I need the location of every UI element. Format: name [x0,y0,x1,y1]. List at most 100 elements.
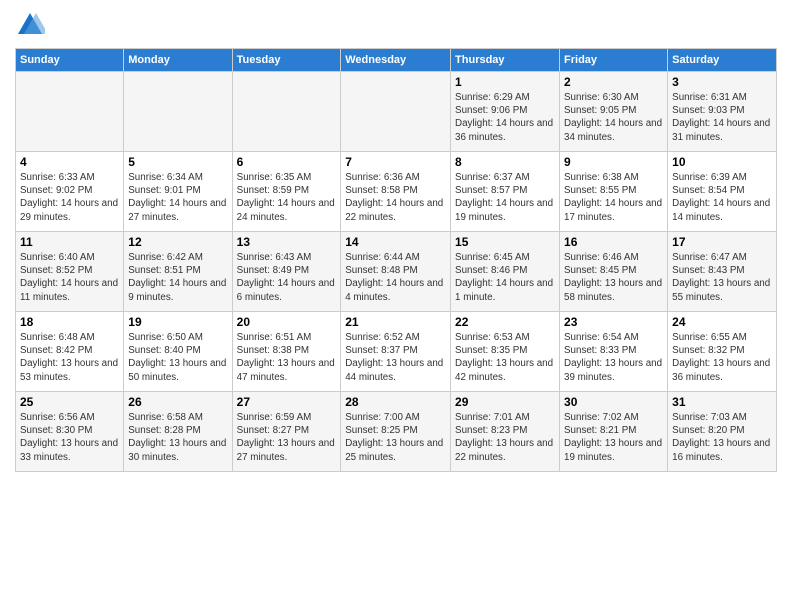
calendar-cell: 1 Sunrise: 6:29 AMSunset: 9:06 PMDaylight… [451,72,560,152]
logo-icon [15,10,45,40]
calendar-cell: 6 Sunrise: 6:35 AMSunset: 8:59 PMDaylight… [232,152,341,232]
day-number: 6 [237,155,337,169]
day-number: 18 [20,315,119,329]
calendar-cell [124,72,232,152]
day-number: 14 [345,235,446,249]
day-number: 9 [564,155,663,169]
calendar-cell: 23Sunrise: 6:54 AMSunset: 8:33 PMDayligh… [560,312,668,392]
col-header-friday: Friday [560,49,668,72]
day-info: Sunrise: 6:33 AMSunset: 9:02 PMDaylight:… [20,172,118,223]
day-number: 2 [564,75,663,89]
calendar-cell: 14 Sunrise: 6:44 AMSunset: 8:48 PMDayligh… [341,232,451,312]
day-number: 8 [455,155,555,169]
day-info: Sunrise: 6:44 AMSunset: 8:48 PMDaylight:… [345,252,443,303]
day-number: 24 [672,315,772,329]
day-info: Sunrise: 6:45 AMSunset: 8:46 PMDaylight:… [455,252,553,303]
day-number: 26 [128,395,227,409]
week-row-4: 18 Sunrise: 6:48 AMSunset: 8:42 PMDayligh… [16,312,777,392]
calendar-cell: 11Sunrise: 6:40 AMSunset: 8:52 PMDayligh… [16,232,124,312]
calendar-cell: 7 Sunrise: 6:36 AMSunset: 8:58 PMDaylight… [341,152,451,232]
calendar-cell: 25Sunrise: 6:56 AMSunset: 8:30 PMDayligh… [16,392,124,472]
day-number: 1 [455,75,555,89]
header-row: SundayMondayTuesdayWednesdayThursdayFrid… [16,49,777,72]
day-info: Sunrise: 6:47 AMSunset: 8:43 PMDaylight:… [672,252,770,303]
calendar-cell: 13 Sunrise: 6:43 AMSunset: 8:49 PMDayligh… [232,232,341,312]
calendar-cell: 4 Sunrise: 6:33 AMSunset: 9:02 PMDaylight… [16,152,124,232]
day-info: Sunrise: 7:02 AMSunset: 8:21 PMDaylight:… [564,412,662,463]
day-number: 3 [672,75,772,89]
calendar-cell: 15 Sunrise: 6:45 AMSunset: 8:46 PMDayligh… [451,232,560,312]
col-header-monday: Monday [124,49,232,72]
day-info: Sunrise: 6:50 AMSunset: 8:40 PMDaylight:… [128,332,226,383]
day-info: Sunrise: 6:39 AMSunset: 8:54 PMDaylight:… [672,172,770,223]
day-info: Sunrise: 7:01 AMSunset: 8:23 PMDaylight:… [455,412,553,463]
day-info: Sunrise: 6:42 AMSunset: 8:51 PMDaylight:… [128,252,226,303]
calendar-cell: 16Sunrise: 6:46 AMSunset: 8:45 PMDayligh… [560,232,668,312]
calendar-cell: 5 Sunrise: 6:34 AMSunset: 9:01 PMDaylight… [124,152,232,232]
day-number: 28 [345,395,446,409]
day-info: Sunrise: 6:59 AMSunset: 8:27 PMDaylight:… [237,412,335,463]
day-number: 29 [455,395,555,409]
calendar-cell: 27 Sunrise: 6:59 AMSunset: 8:27 PMDayligh… [232,392,341,472]
day-info: Sunrise: 6:37 AMSunset: 8:57 PMDaylight:… [455,172,553,223]
day-number: 25 [20,395,119,409]
header [15,10,777,40]
col-header-wednesday: Wednesday [341,49,451,72]
day-number: 22 [455,315,555,329]
day-info: Sunrise: 6:38 AMSunset: 8:55 PMDaylight:… [564,172,662,223]
day-info: Sunrise: 6:51 AMSunset: 8:38 PMDaylight:… [237,332,335,383]
col-header-saturday: Saturday [668,49,777,72]
day-number: 30 [564,395,663,409]
calendar-cell: 9 Sunrise: 6:38 AMSunset: 8:55 PMDaylight… [560,152,668,232]
day-info: Sunrise: 6:48 AMSunset: 8:42 PMDaylight:… [20,332,118,383]
calendar-cell: 2 Sunrise: 6:30 AMSunset: 9:05 PMDaylight… [560,72,668,152]
day-number: 23 [564,315,663,329]
week-row-5: 25Sunrise: 6:56 AMSunset: 8:30 PMDayligh… [16,392,777,472]
page-container: SundayMondayTuesdayWednesdayThursdayFrid… [0,0,792,482]
day-number: 5 [128,155,227,169]
calendar-cell: 20 Sunrise: 6:51 AMSunset: 8:38 PMDayligh… [232,312,341,392]
day-info: Sunrise: 6:53 AMSunset: 8:35 PMDaylight:… [455,332,553,383]
calendar-cell: 24 Sunrise: 6:55 AMSunset: 8:32 PMDayligh… [668,312,777,392]
day-info: Sunrise: 6:52 AMSunset: 8:37 PMDaylight:… [345,332,443,383]
calendar-cell: 12 Sunrise: 6:42 AMSunset: 8:51 PMDayligh… [124,232,232,312]
day-info: Sunrise: 6:43 AMSunset: 8:49 PMDaylight:… [237,252,335,303]
week-row-1: 1 Sunrise: 6:29 AMSunset: 9:06 PMDaylight… [16,72,777,152]
day-number: 15 [455,235,555,249]
day-number: 19 [128,315,227,329]
day-number: 4 [20,155,119,169]
day-number: 12 [128,235,227,249]
day-number: 31 [672,395,772,409]
col-header-thursday: Thursday [451,49,560,72]
day-number: 21 [345,315,446,329]
week-row-3: 11Sunrise: 6:40 AMSunset: 8:52 PMDayligh… [16,232,777,312]
day-number: 17 [672,235,772,249]
day-number: 7 [345,155,446,169]
logo [15,10,49,40]
calendar-cell: 21 Sunrise: 6:52 AMSunset: 8:37 PMDayligh… [341,312,451,392]
day-info: Sunrise: 6:55 AMSunset: 8:32 PMDaylight:… [672,332,770,383]
calendar-cell [341,72,451,152]
day-info: Sunrise: 6:40 AMSunset: 8:52 PMDaylight:… [20,252,118,303]
calendar-cell: 8 Sunrise: 6:37 AMSunset: 8:57 PMDaylight… [451,152,560,232]
day-info: Sunrise: 6:35 AMSunset: 8:59 PMDaylight:… [237,172,335,223]
day-info: Sunrise: 6:30 AMSunset: 9:05 PMDaylight:… [564,92,662,143]
calendar-cell [16,72,124,152]
calendar-cell: 31Sunrise: 7:03 AMSunset: 8:20 PMDayligh… [668,392,777,472]
calendar-cell: 29 Sunrise: 7:01 AMSunset: 8:23 PMDayligh… [451,392,560,472]
day-number: 10 [672,155,772,169]
calendar-cell: 26 Sunrise: 6:58 AMSunset: 8:28 PMDayligh… [124,392,232,472]
day-info: Sunrise: 6:36 AMSunset: 8:58 PMDaylight:… [345,172,443,223]
day-number: 13 [237,235,337,249]
day-info: Sunrise: 6:29 AMSunset: 9:06 PMDaylight:… [455,92,553,143]
col-header-tuesday: Tuesday [232,49,341,72]
calendar-cell: 3Sunrise: 6:31 AMSunset: 9:03 PMDaylight… [668,72,777,152]
calendar-cell: 18 Sunrise: 6:48 AMSunset: 8:42 PMDayligh… [16,312,124,392]
calendar-cell: 22 Sunrise: 6:53 AMSunset: 8:35 PMDayligh… [451,312,560,392]
day-info: Sunrise: 6:58 AMSunset: 8:28 PMDaylight:… [128,412,226,463]
day-number: 20 [237,315,337,329]
col-header-sunday: Sunday [16,49,124,72]
calendar-table: SundayMondayTuesdayWednesdayThursdayFrid… [15,48,777,472]
day-info: Sunrise: 6:34 AMSunset: 9:01 PMDaylight:… [128,172,226,223]
day-number: 27 [237,395,337,409]
